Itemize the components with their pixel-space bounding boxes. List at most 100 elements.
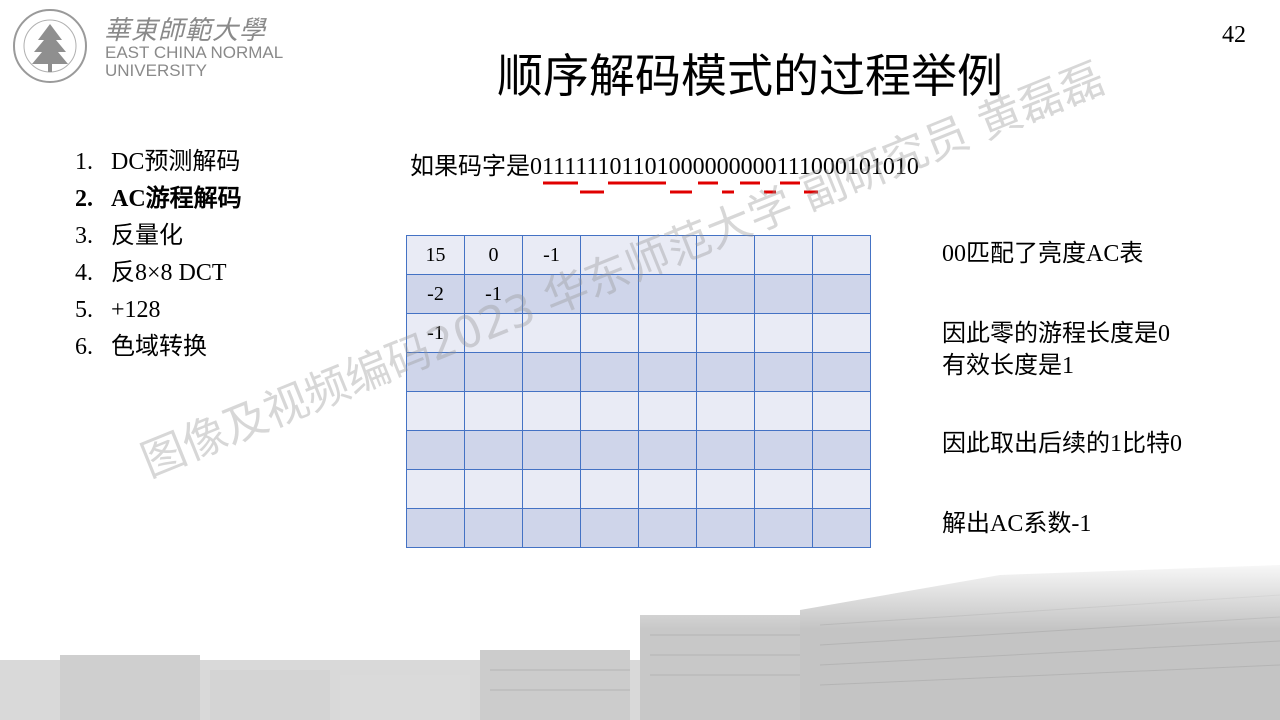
logo-english-line2: UNIVERSITY xyxy=(105,61,208,80)
grid-cell xyxy=(464,313,523,353)
grid-row: -2 -1 xyxy=(406,274,871,314)
grid-cell xyxy=(638,391,697,431)
decoding-steps-list: 1. DC预测解码 2. AC游程解码 3. 反量化 4. 反8×8 DCT 5. +12… xyxy=(75,144,242,366)
grid-cell xyxy=(522,352,581,392)
grid-cell xyxy=(580,391,639,431)
grid-row xyxy=(406,430,871,470)
grid-cell xyxy=(754,430,813,470)
grid-cell xyxy=(580,235,639,275)
grid-row xyxy=(406,469,871,509)
step-item: 5. +128 xyxy=(75,292,242,329)
grid-cell xyxy=(406,352,465,392)
grid-cell xyxy=(696,430,755,470)
codeword-bits: 011111101101000000000111000101010 xyxy=(530,154,919,180)
grid-cell: -1 xyxy=(406,313,465,353)
grid-cell xyxy=(754,508,813,548)
grid-cell xyxy=(638,274,697,314)
grid-cell xyxy=(464,430,523,470)
grid-cell xyxy=(696,274,755,314)
grid-cell xyxy=(696,352,755,392)
note-run-length: 因此零的游程长度是0 xyxy=(942,321,1170,347)
step-number: 5. xyxy=(75,297,93,323)
codeword-line: 如果码字是011111101101000000000111000101010 xyxy=(410,146,919,181)
grid-row xyxy=(406,508,871,548)
grid-cell: -2 xyxy=(406,274,465,314)
grid-cell xyxy=(696,235,755,275)
step-label: 反量化 xyxy=(111,223,183,249)
grid-cell xyxy=(464,391,523,431)
grid-cell xyxy=(754,352,813,392)
step-label: AC游程解码 xyxy=(111,186,242,212)
university-emblem-icon xyxy=(13,9,87,83)
grid-cell xyxy=(522,469,581,509)
logo-chinese-name: 華東師範大學 xyxy=(104,16,267,46)
grid-cell xyxy=(580,508,639,548)
grid-cell xyxy=(638,508,697,548)
grid-cell xyxy=(522,391,581,431)
campus-building-silhouette xyxy=(0,555,1280,720)
grid-cell xyxy=(638,313,697,353)
grid-cell xyxy=(638,352,697,392)
grid-cell xyxy=(754,391,813,431)
grid-cell: -1 xyxy=(522,235,581,275)
grid-cell xyxy=(406,391,465,431)
university-logo: 華東師範大學 EAST CHINA NORMAL UNIVERSITY xyxy=(8,6,298,86)
grid-cell: -1 xyxy=(464,274,523,314)
grid-cell xyxy=(638,430,697,470)
grid-row xyxy=(406,391,871,431)
grid-cell xyxy=(580,469,639,509)
grid-cell xyxy=(754,235,813,275)
slide-title: 顺序解码模式的过程举例 xyxy=(497,49,1003,103)
step-number: 4. xyxy=(75,260,93,286)
grid-cell xyxy=(580,313,639,353)
grid-cell xyxy=(464,352,523,392)
grid-cell xyxy=(812,391,871,431)
grid-cell xyxy=(638,235,697,275)
grid-cell xyxy=(812,508,871,548)
grid-cell xyxy=(696,469,755,509)
note-result: 解出AC系数-1 xyxy=(942,511,1092,537)
step-number: 1. xyxy=(75,149,93,175)
coefficient-grid: 15 0 -1 -2 -1 -1 xyxy=(406,235,871,548)
grid-cell xyxy=(522,274,581,314)
grid-cell xyxy=(812,313,871,353)
note-match: 00匹配了亮度AC表 xyxy=(942,241,1144,267)
grid-cell xyxy=(406,508,465,548)
grid-cell xyxy=(812,274,871,314)
step-label: 色域转换 xyxy=(111,334,207,360)
grid-cell xyxy=(638,469,697,509)
step-item: 1. DC预测解码 xyxy=(75,144,242,181)
grid-cell xyxy=(580,352,639,392)
note-take-bit: 因此取出后续的1比特0 xyxy=(942,431,1182,457)
logo-english-name: EAST CHINA NORMAL UNIVERSITY xyxy=(105,44,283,80)
grid-cell xyxy=(754,313,813,353)
codeword-prefix: 如果码字是 xyxy=(410,154,530,180)
step-item: 4. 反8×8 DCT xyxy=(75,255,242,292)
grid-cell xyxy=(464,469,523,509)
grid-row xyxy=(406,352,871,392)
grid-cell xyxy=(754,469,813,509)
grid-cell xyxy=(812,352,871,392)
grid-cell xyxy=(580,430,639,470)
grid-cell xyxy=(812,430,871,470)
grid-cell xyxy=(696,313,755,353)
page-number: 42 xyxy=(1222,22,1246,48)
grid-cell xyxy=(754,274,813,314)
grid-cell xyxy=(406,469,465,509)
step-label: 反8×8 DCT xyxy=(111,260,227,286)
grid-cell: 0 xyxy=(464,235,523,275)
step-number: 3. xyxy=(75,223,93,249)
grid-cell: 15 xyxy=(406,235,465,275)
grid-cell xyxy=(812,235,871,275)
grid-cell xyxy=(464,508,523,548)
note-effective-length: 有效长度是1 xyxy=(942,353,1074,379)
step-label: +128 xyxy=(111,297,161,323)
step-item: 3. 反量化 xyxy=(75,218,242,255)
step-item: 6. 色域转换 xyxy=(75,329,242,366)
grid-cell xyxy=(580,274,639,314)
grid-cell xyxy=(522,508,581,548)
step-number: 6. xyxy=(75,334,93,360)
grid-cell xyxy=(696,391,755,431)
step-number: 2. xyxy=(75,186,93,212)
grid-cell xyxy=(812,469,871,509)
